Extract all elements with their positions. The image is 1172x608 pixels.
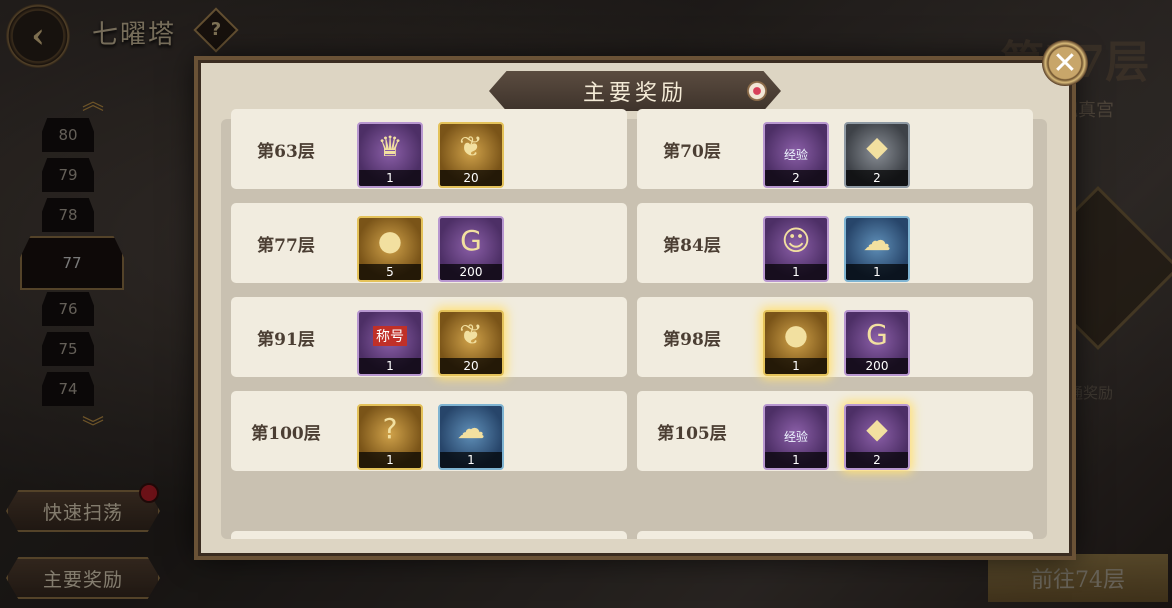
- floor-label: 第105层: [657, 423, 727, 444]
- reward-row: 第84层 ☺ 1 ☁ 1: [637, 203, 1033, 283]
- floor-label: 第100层: [251, 423, 321, 444]
- blue-spirit-icon[interactable]: ☁ 1: [438, 404, 504, 470]
- mystery-hero-icon[interactable]: ? 1: [357, 404, 423, 470]
- item-glyph: ♛: [377, 130, 403, 163]
- reward-row: 第105层 经验 1 ◆ 2: [637, 391, 1033, 471]
- floor-label: 第77层: [257, 235, 315, 256]
- item-glyph: ❦: [459, 130, 483, 163]
- item-glyph: ❦: [459, 318, 483, 351]
- item-glyph: ?: [382, 412, 398, 445]
- hero-portrait-icon[interactable]: ☺ 1: [763, 216, 829, 282]
- item-count: 1: [765, 358, 827, 374]
- floor-label: 第63层: [257, 141, 315, 162]
- item-count: 2: [846, 452, 908, 468]
- exp-orb-icon[interactable]: 经验 2: [763, 122, 829, 188]
- item-count: 5: [359, 264, 421, 280]
- reward-row: 第77层 ● 5 G 200: [231, 203, 627, 283]
- list-item-partial: [231, 531, 627, 539]
- item-count: 1: [846, 264, 908, 280]
- item-count: 1: [765, 452, 827, 468]
- gold-feather-icon[interactable]: ❦ 20: [438, 310, 504, 376]
- modal-title: 主要奖励: [489, 71, 781, 111]
- item-count: 1: [765, 264, 827, 280]
- item-count: 2: [765, 170, 827, 186]
- floor-label: 第84层: [663, 235, 721, 256]
- item-glyph: ☁: [863, 224, 891, 257]
- item-count: 1: [359, 170, 421, 186]
- item-glyph: G: [460, 224, 482, 257]
- reward-row: 第98层 ● 1 G 200: [637, 297, 1033, 377]
- title-seal-icon[interactable]: 称号 1: [357, 310, 423, 376]
- exp-orb-icon[interactable]: 经验 1: [763, 404, 829, 470]
- item-count: 200: [440, 264, 502, 280]
- exp-text: 经验: [783, 148, 808, 162]
- close-icon: ✕: [1052, 45, 1078, 81]
- ornament-icon: [747, 81, 767, 101]
- costume-icon[interactable]: ♛ 1: [357, 122, 423, 188]
- floor-label: 第98层: [663, 329, 721, 350]
- item-glyph: ◆: [866, 412, 888, 445]
- gold-dragon-coin-icon[interactable]: G 200: [438, 216, 504, 282]
- floor-label: 第91层: [257, 329, 315, 350]
- gold-dragon-coin-icon[interactable]: G 200: [844, 310, 910, 376]
- item-glyph: ☺: [781, 224, 811, 257]
- seal-text: 称号: [373, 326, 407, 346]
- rewards-list[interactable]: 第63层 ♛ 1 ❦ 20 第70层 经验 2 ◆ 2 第77层 ● 5 G 200 第84层 ☺ 1 ☁ 1 第91层…: [221, 109, 1047, 539]
- item-count: 1: [440, 452, 502, 468]
- rewards-modal: 主要奖励 第63层 ♛ 1 ❦ 20 第70层 经验 2 ◆ 2 第77层 ● 5 G 200 第84层 ☺ 1 ☁…: [198, 60, 1072, 556]
- reward-row: 第63层 ♛ 1 ❦ 20: [231, 109, 627, 189]
- item-count: 1: [359, 358, 421, 374]
- close-button[interactable]: ✕: [1042, 40, 1088, 86]
- list-item-partial: [637, 531, 1033, 539]
- reward-row: 第70层 经验 2 ◆ 2: [637, 109, 1033, 189]
- gold-feather-icon[interactable]: ❦ 20: [438, 122, 504, 188]
- item-count: 200: [846, 358, 908, 374]
- dark-spirit-icon[interactable]: ● 1: [763, 310, 829, 376]
- item-count: 1: [359, 452, 421, 468]
- item-count: 20: [440, 170, 502, 186]
- item-glyph: ◆: [866, 130, 888, 163]
- reward-row: 第91层 称号 1 ❦ 20: [231, 297, 627, 377]
- item-count: 20: [440, 358, 502, 374]
- blue-crystal-icon[interactable]: ◆ 2: [844, 122, 910, 188]
- blue-spirit-icon[interactable]: ☁ 1: [844, 216, 910, 282]
- exp-text: 经验: [783, 430, 808, 444]
- item-glyph: G: [866, 318, 888, 351]
- dark-spirit-icon[interactable]: ● 5: [357, 216, 423, 282]
- item-count: 2: [846, 170, 908, 186]
- item-glyph: ●: [377, 224, 403, 257]
- red-crystal-icon[interactable]: ◆ 2: [844, 404, 910, 470]
- item-glyph: ☁: [457, 412, 485, 445]
- floor-label: 第70层: [663, 141, 721, 162]
- item-glyph: ●: [783, 318, 809, 351]
- reward-row: 第100层? 1 ☁ 1: [231, 391, 627, 471]
